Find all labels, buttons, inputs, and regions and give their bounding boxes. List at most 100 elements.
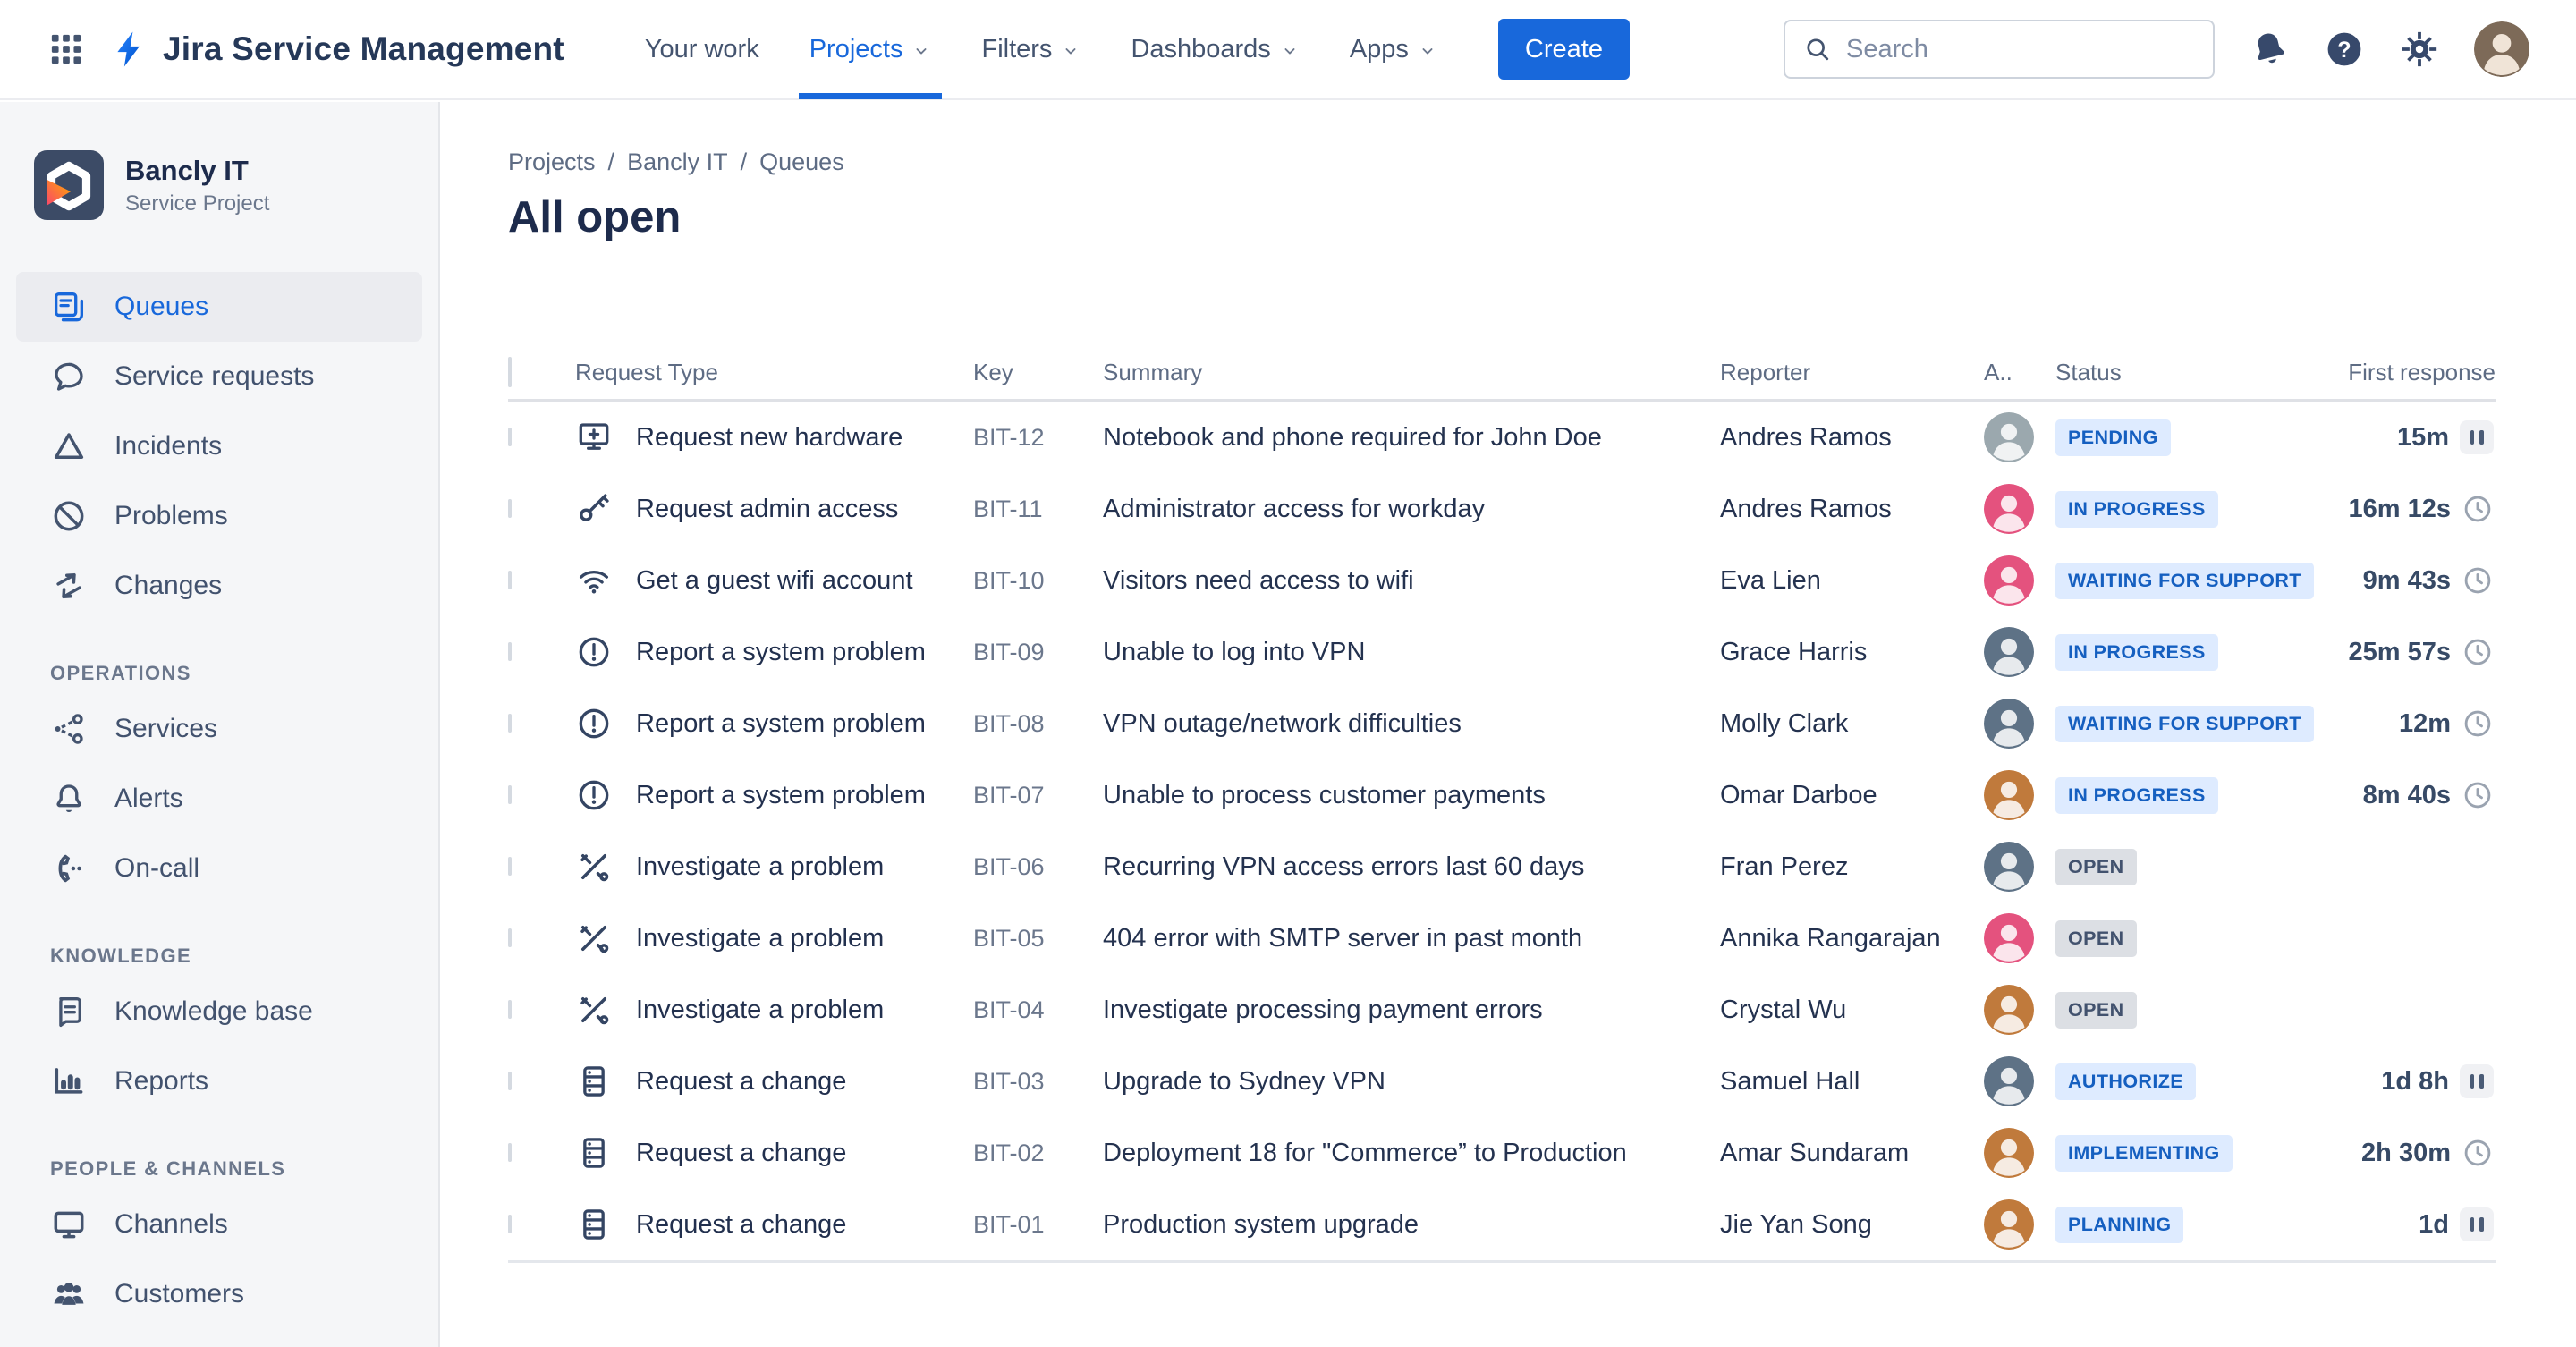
notifications-bell-icon[interactable] xyxy=(2249,29,2290,70)
table-row-bit-09[interactable]: Report a system problem BIT-09 Unable to l… xyxy=(508,616,2496,688)
top-navigation-bar: Jira Service Management Your work Project… xyxy=(0,0,2576,100)
issue-summary[interactable]: VPN outage/network difficulties xyxy=(1103,709,1720,739)
issue-summary[interactable]: Notebook and phone required for John Doe xyxy=(1103,423,1720,453)
table-row-bit-06[interactable]: Investigate a problem BIT-06 Recurring VPN… xyxy=(508,831,2496,902)
issue-summary[interactable]: Recurring VPN access errors last 60 days xyxy=(1103,852,1720,882)
issue-summary[interactable]: 404 error with SMTP server in past month xyxy=(1103,924,1720,953)
settings-gear-icon[interactable] xyxy=(2399,29,2440,70)
search-input[interactable] xyxy=(1844,33,2197,65)
row-checkbox[interactable] xyxy=(508,857,512,876)
first-response-cell: 2h 30m xyxy=(2292,1137,2496,1169)
issue-summary[interactable]: Upgrade to Sydney VPN xyxy=(1103,1067,1720,1097)
tools-icon xyxy=(575,848,613,885)
status-cell: OPEN xyxy=(2055,991,2292,1029)
request-type-cell: Request admin access xyxy=(575,490,973,528)
sidebar-item-label: Services xyxy=(114,714,218,743)
table-row-bit-07[interactable]: Report a system problem BIT-07 Unable to p… xyxy=(508,759,2496,831)
sidebar-item-knowledge-base[interactable]: Knowledge base xyxy=(16,977,422,1046)
row-checkbox[interactable] xyxy=(508,428,512,446)
issue-summary[interactable]: Unable to process customer payments xyxy=(1103,781,1720,810)
select-all-checkbox[interactable] xyxy=(508,357,512,387)
incident-icon xyxy=(50,428,88,465)
user-avatar[interactable] xyxy=(2474,21,2529,77)
row-checkbox[interactable] xyxy=(508,785,512,804)
request-type-cell: Get a guest wifi account xyxy=(575,562,973,599)
request-type-label: Investigate a problem xyxy=(636,923,885,953)
nav-projects[interactable]: Projects xyxy=(784,0,957,99)
sidebar-item-incidents[interactable]: Incidents xyxy=(16,411,422,481)
project-name: Bancly IT xyxy=(125,154,249,186)
request-type-label: Get a guest wifi account xyxy=(636,565,913,595)
breadcrumb-projects[interactable]: Projects xyxy=(508,148,596,176)
row-checkbox[interactable] xyxy=(508,642,512,661)
row-checkbox[interactable] xyxy=(508,1215,512,1233)
issue-key: BIT-01 xyxy=(973,1210,1045,1238)
wifi-icon xyxy=(575,562,613,599)
issue-summary[interactable]: Visitors need access to wifi xyxy=(1103,566,1720,596)
sidebar-item-queues[interactable]: Queues xyxy=(16,272,422,342)
reporter-name: Andres Ramos xyxy=(1720,494,1892,523)
sidebar-item-changes[interactable]: Changes xyxy=(16,551,422,621)
sidebar-item-problems[interactable]: Problems xyxy=(16,481,422,551)
nav-apps[interactable]: Apps xyxy=(1325,0,1462,99)
help-icon[interactable]: ? xyxy=(2324,29,2365,70)
row-checkbox[interactable] xyxy=(508,571,512,589)
sidebar-item-reports[interactable]: Reports xyxy=(16,1046,422,1116)
table-row-bit-11[interactable]: Request admin access BIT-11 Administrator … xyxy=(508,473,2496,545)
table-row-bit-04[interactable]: Investigate a problem BIT-04 Investigate p… xyxy=(508,974,2496,1046)
row-checkbox[interactable] xyxy=(508,499,512,518)
issue-summary[interactable]: Investigate processing payment errors xyxy=(1103,995,1720,1025)
issue-summary[interactable]: Deployment 18 for "Commerce” to Producti… xyxy=(1103,1139,1720,1168)
col-assignee: A.. xyxy=(1984,359,2012,385)
sla-clock-icon xyxy=(2462,636,2494,668)
issue-key: BIT-10 xyxy=(973,566,1045,594)
table-row-bit-03[interactable]: Request a change BIT-03 Upgrade to Sydney … xyxy=(508,1046,2496,1117)
sidebar-item-label: Knowledge base xyxy=(114,996,313,1026)
table-row-bit-12[interactable]: Request new hardware BIT-12 Notebook and p… xyxy=(508,402,2496,473)
reporter-name: Amar Sundaram xyxy=(1720,1138,1910,1167)
reporter-name: Jie Yan Song xyxy=(1720,1209,1872,1239)
sidebar-item-label: Queues xyxy=(114,292,209,321)
sidebar-item-channels[interactable]: Channels xyxy=(16,1190,422,1259)
project-header[interactable]: Bancly IT Service Project xyxy=(16,150,422,220)
issue-summary[interactable]: Unable to log into VPN xyxy=(1103,638,1720,667)
status-cell: PENDING xyxy=(2055,419,2292,456)
issue-summary[interactable]: Administrator access for workday xyxy=(1103,495,1720,524)
sidebar-item-customers[interactable]: Customers xyxy=(16,1259,422,1329)
row-checkbox[interactable] xyxy=(508,1072,512,1090)
first-response-time: 8m 40s xyxy=(2362,780,2451,809)
page-title: All open xyxy=(508,193,682,241)
nav-your-work[interactable]: Your work xyxy=(620,0,784,99)
issue-summary[interactable]: Production system upgrade xyxy=(1103,1210,1720,1240)
assignee-avatar xyxy=(1984,1128,2034,1178)
table-row-bit-10[interactable]: Get a guest wifi account BIT-10 Visitors n… xyxy=(508,545,2496,616)
row-checkbox[interactable] xyxy=(508,1000,512,1019)
breadcrumb-queues[interactable]: Queues xyxy=(759,148,844,176)
nav-filters[interactable]: Filters xyxy=(956,0,1106,99)
table-row-bit-02[interactable]: Request a change BIT-02 Deployment 18 for … xyxy=(508,1117,2496,1189)
jira-logo[interactable]: Jira Service Management xyxy=(109,29,564,70)
sidebar-nav: Queues Service requests Incidents Problems C… xyxy=(16,272,422,1329)
sidebar-item-service-requests[interactable]: Service requests xyxy=(16,342,422,411)
assignee-cell xyxy=(1984,412,2055,462)
first-response-time: 2h 30m xyxy=(2361,1138,2451,1167)
row-checkbox[interactable] xyxy=(508,714,512,733)
sidebar-item-on-call[interactable]: On-call xyxy=(16,834,422,903)
section-header-knowledge: KNOWLEDGE xyxy=(50,945,192,967)
row-checkbox[interactable] xyxy=(508,1143,512,1162)
sidebar-item-alerts[interactable]: Alerts xyxy=(16,764,422,834)
table-row-bit-05[interactable]: Investigate a problem BIT-05 404 error wit… xyxy=(508,902,2496,974)
assignee-avatar xyxy=(1984,1056,2034,1106)
status-cell: PLANNING xyxy=(2055,1206,2292,1243)
status-cell: OPEN xyxy=(2055,848,2292,885)
table-row-bit-01[interactable]: Request a change BIT-01 Production system … xyxy=(508,1189,2496,1260)
app-switcher-icon[interactable] xyxy=(47,30,86,69)
row-checkbox[interactable] xyxy=(508,928,512,947)
nav-dashboards[interactable]: Dashboards xyxy=(1106,0,1324,99)
status-cell: AUTHORIZE xyxy=(2055,1063,2292,1100)
sidebar-item-services[interactable]: Services xyxy=(16,694,422,764)
create-button[interactable]: Create xyxy=(1497,19,1630,80)
breadcrumb-project[interactable]: Bancly IT xyxy=(627,148,728,176)
global-search[interactable] xyxy=(1784,20,2215,79)
table-row-bit-08[interactable]: Report a system problem BIT-08 VPN outage/… xyxy=(508,688,2496,759)
